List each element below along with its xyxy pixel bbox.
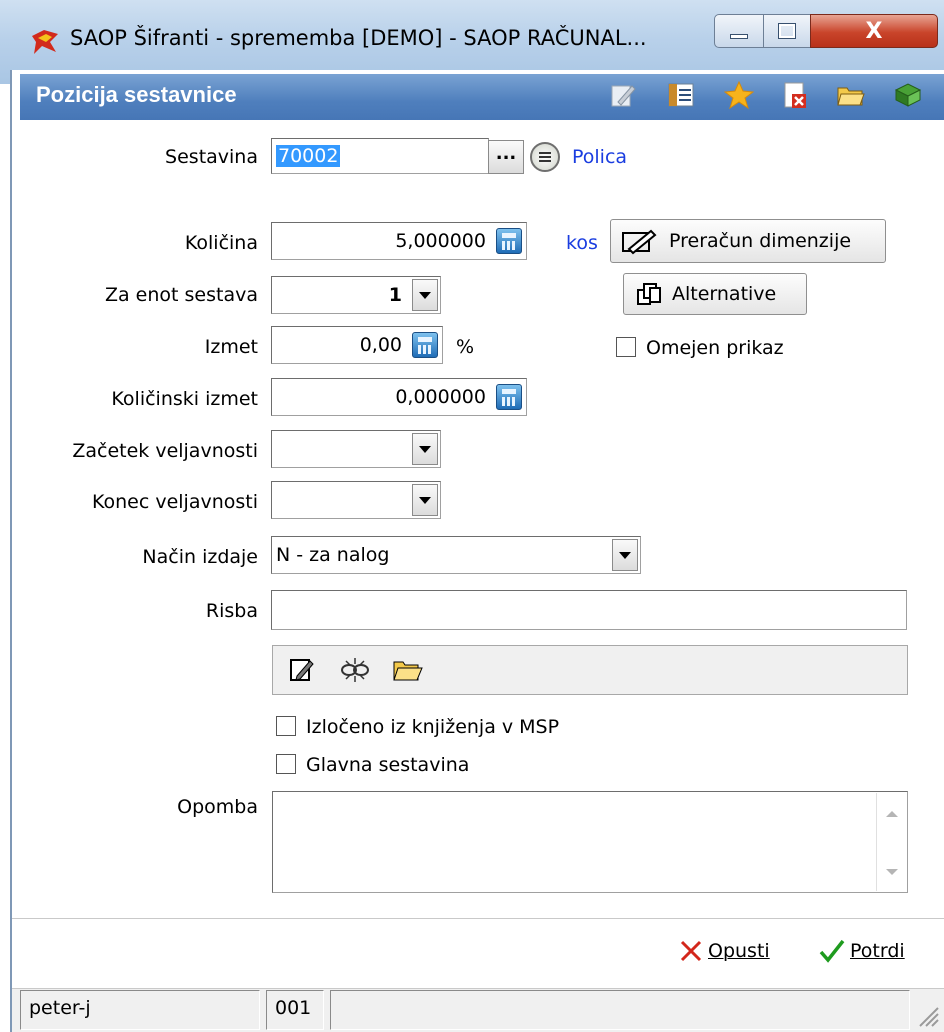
kolicina-value: 5,000000 (395, 230, 486, 252)
izmet-label: Izmet (204, 336, 258, 358)
kolicina-input[interactable]: 5,000000 (271, 222, 527, 260)
edit-document-icon[interactable] (288, 656, 316, 684)
edit-icon[interactable] (608, 80, 638, 110)
unlink-icon[interactable] (340, 656, 370, 684)
maximize-button[interactable] (763, 14, 811, 48)
za-enot-sestava-label: Za enot sestava (104, 284, 258, 306)
omejen-prikaz-label: Omejen prikaz (646, 337, 784, 359)
omejen-prikaz-checkbox[interactable] (616, 337, 636, 357)
sestavina-input[interactable]: 70002 (271, 138, 489, 174)
nacin-izdaje-select[interactable]: N - za nalog (271, 536, 641, 574)
kolicinski-izmet-label: Količinski izmet (111, 388, 258, 410)
konec-veljavnosti-select[interactable] (271, 481, 441, 519)
preracun-dimenzije-button[interactable]: Preračun dimenzije (610, 219, 886, 263)
kolicina-label: Količina (184, 232, 258, 254)
izloceno-checkbox[interactable] (276, 716, 296, 736)
chevron-down-icon[interactable] (412, 484, 438, 516)
sestavina-value: 70002 (276, 145, 341, 167)
calculator-icon[interactable] (496, 384, 522, 410)
kolicinski-izmet-input[interactable]: 0,000000 (271, 378, 527, 416)
preracun-dimenzije-label: Preračun dimenzije (669, 230, 852, 252)
izmet-unit: % (456, 336, 475, 358)
calculator-icon[interactable] (496, 228, 522, 254)
minimize-icon (730, 33, 748, 39)
konec-veljavnosti-label: Konec veljavnosti (91, 491, 258, 513)
potrdi-label: Potrdi (850, 940, 905, 962)
kolicina-unit: kos (566, 232, 598, 254)
nacin-izdaje-value: N - za nalog (276, 544, 390, 566)
status-user: peter-j (20, 990, 260, 1030)
izloceno-label: Izločeno iz knjiženja v MSP (306, 716, 560, 738)
ruler-pencil-icon (622, 229, 657, 255)
za-enot-sestava-select[interactable]: 1 (271, 276, 441, 314)
zacetek-veljavnosti-label: Začetek veljavnosti (72, 440, 258, 462)
nacin-izdaje-label: Način izdaje (142, 546, 258, 568)
potrdi-button[interactable]: Potrdi (818, 938, 905, 964)
opusti-label: Opusti (708, 940, 770, 962)
window-title: SAOP Šifranti - sprememba [DEMO] - SAOP … (70, 26, 647, 50)
delete-icon[interactable] (780, 80, 810, 110)
alternative-button[interactable]: Alternative (623, 273, 807, 315)
sestavina-name-link[interactable]: Polica (572, 146, 627, 168)
izmet-input[interactable]: 0,00 (271, 326, 443, 364)
minimize-button[interactable] (714, 14, 764, 48)
glavna-sestavina-label: Glavna sestavina (306, 754, 470, 776)
sestavina-browse-button[interactable]: ... (488, 140, 524, 174)
opusti-button[interactable]: Opusti (678, 938, 770, 964)
scroll-up-icon[interactable] (886, 811, 898, 817)
list-icon[interactable] (666, 80, 696, 110)
izmet-value: 0,00 (359, 334, 402, 356)
alternative-label: Alternative (672, 283, 777, 305)
checkmark-icon (819, 939, 845, 963)
maximize-icon (778, 23, 796, 39)
dialog-title: Pozicija sestavnice (36, 82, 237, 107)
chevron-down-icon[interactable] (612, 539, 638, 571)
details-icon[interactable] (530, 142, 560, 172)
copy-pages-icon (637, 283, 661, 305)
chevron-down-icon[interactable] (412, 433, 438, 465)
status-code: 001 (266, 990, 324, 1030)
star-icon[interactable] (724, 80, 754, 110)
open-folder-icon[interactable] (836, 80, 866, 110)
risba-label: Risba (205, 600, 258, 622)
chevron-down-icon[interactable] (412, 279, 438, 311)
footer-divider (12, 918, 944, 919)
sestavina-label: Sestavina (165, 146, 258, 168)
zacetek-veljavnosti-select[interactable] (271, 430, 441, 468)
close-icon: X (865, 18, 883, 44)
kolicinski-izmet-value: 0,000000 (395, 386, 486, 408)
za-enot-sestava-value: 1 (388, 284, 402, 306)
open-folder-icon[interactable] (392, 656, 424, 684)
opomba-label: Opomba (177, 796, 258, 818)
calculator-icon[interactable] (412, 332, 438, 358)
scroll-down-icon[interactable] (886, 869, 898, 875)
opomba-scrollbar[interactable] (876, 793, 906, 891)
opomba-textarea[interactable] (272, 791, 908, 893)
glavna-sestavina-checkbox[interactable] (276, 754, 296, 774)
status-message (330, 990, 910, 1030)
risba-input[interactable] (271, 590, 907, 630)
resize-grip-icon[interactable] (914, 1002, 940, 1028)
book-icon[interactable] (892, 80, 922, 110)
app-logo-icon (32, 30, 58, 54)
close-button[interactable]: X (810, 14, 938, 48)
cancel-x-icon (680, 940, 702, 962)
